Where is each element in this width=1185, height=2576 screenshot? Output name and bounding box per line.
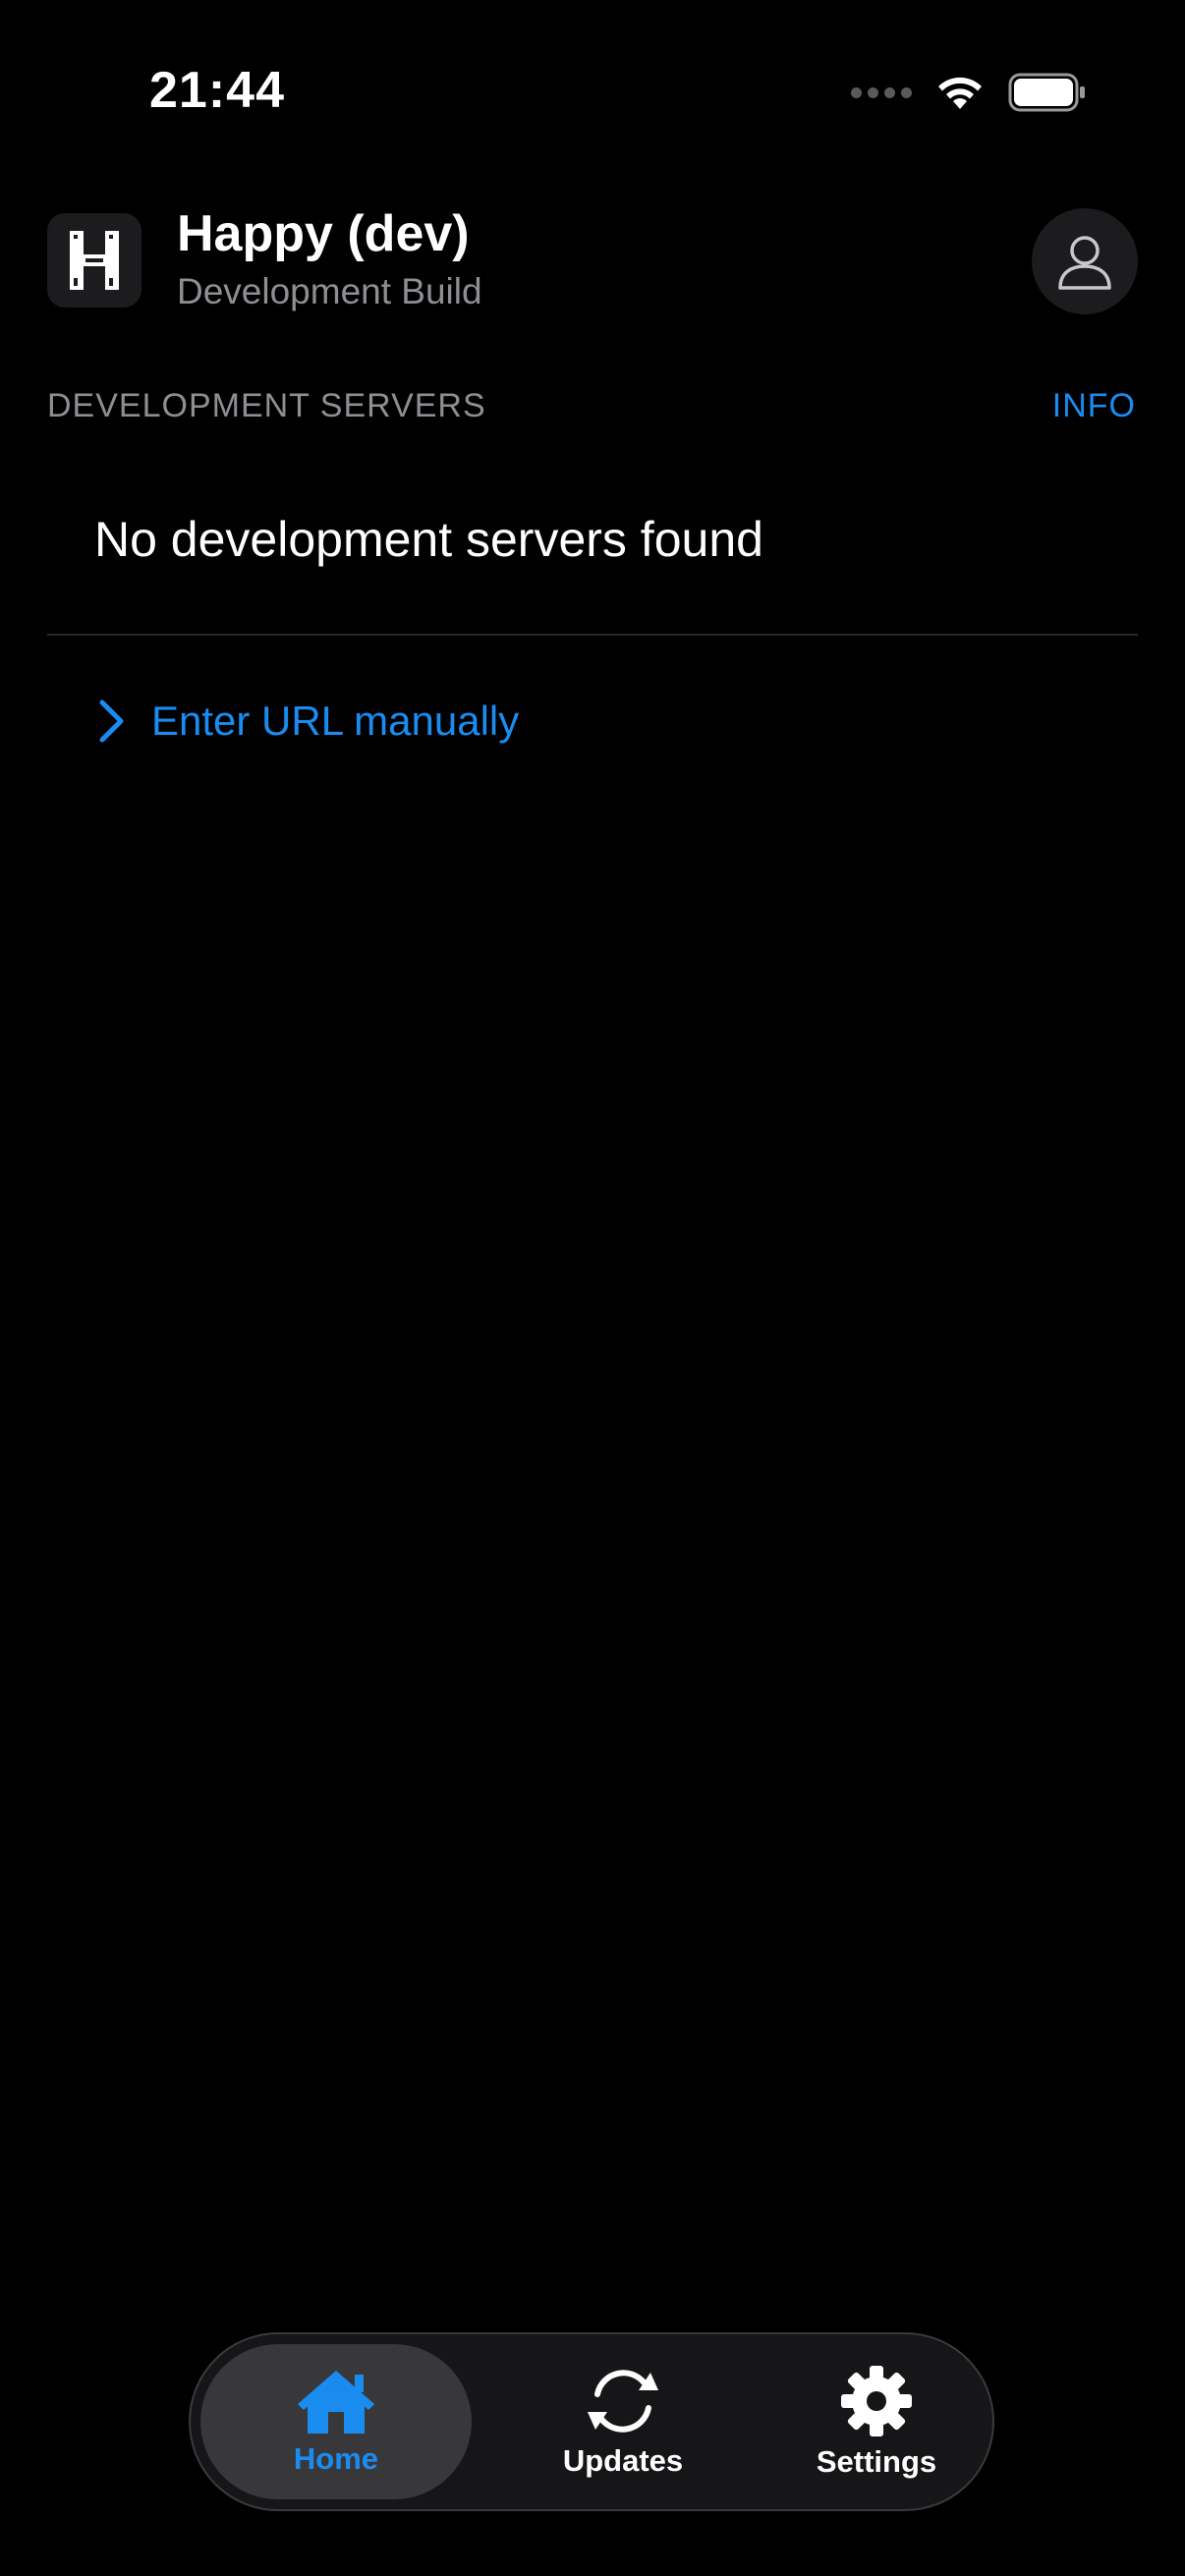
gear-icon: [841, 2366, 912, 2436]
enter-url-label: Enter URL manually: [151, 698, 520, 744]
chevron-right-icon: [99, 700, 124, 743]
tab-settings-label: Settings: [816, 2444, 937, 2479]
refresh-icon: [588, 2370, 658, 2433]
app-title: Happy (dev): [177, 205, 470, 262]
profile-button[interactable]: [1032, 208, 1138, 314]
happy-logo-icon: [70, 231, 119, 290]
home-icon: [298, 2371, 374, 2434]
tab-bar: Home Updates Settings: [189, 2332, 994, 2511]
tab-updates-label: Updates: [562, 2443, 684, 2478]
tab-home[interactable]: Home: [200, 2344, 472, 2499]
person-icon: [1058, 236, 1111, 290]
empty-state-message: No development servers found: [94, 512, 763, 567]
enter-url-button[interactable]: Enter URL manually: [96, 698, 519, 745]
cellular-signal-icon: [851, 86, 912, 98]
divider: [47, 634, 1138, 636]
battery-icon: [1008, 73, 1085, 112]
wifi-icon: [938, 77, 982, 109]
info-link[interactable]: INFO: [1052, 387, 1136, 425]
section-title: DEVELOPMENT SERVERS: [47, 387, 486, 424]
tab-home-label: Home: [293, 2441, 379, 2476]
tab-updates[interactable]: Updates: [505, 2344, 741, 2499]
app-logo: [47, 213, 141, 308]
tab-settings[interactable]: Settings: [759, 2344, 994, 2499]
status-time: 21:44: [149, 62, 285, 119]
app-subtitle: Development Build: [177, 271, 482, 311]
status-indicators: [851, 73, 1087, 112]
